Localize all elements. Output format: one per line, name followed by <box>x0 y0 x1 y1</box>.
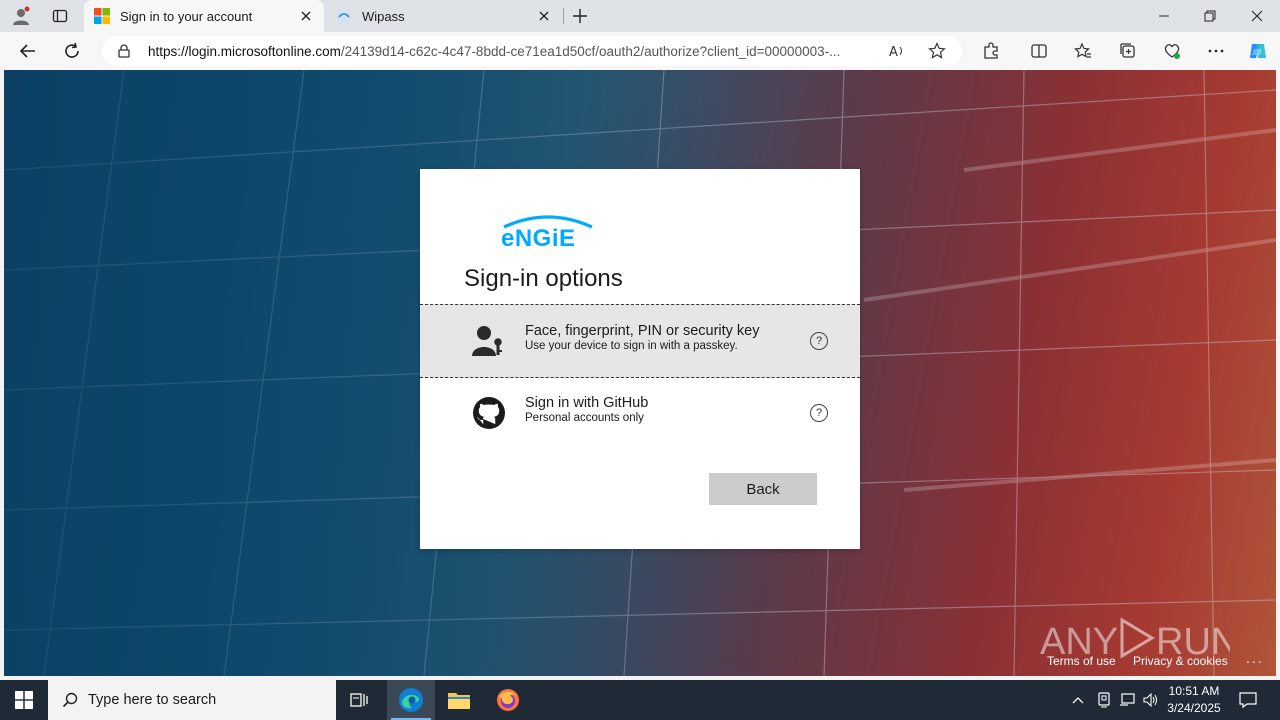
close-tab-icon[interactable] <box>296 6 316 26</box>
task-view-icon[interactable] <box>336 680 384 720</box>
taskbar-clock[interactable]: 10:51 AM 3/24/2025 <box>1158 683 1230 717</box>
passkey-option[interactable]: Face, fingerprint, PIN or security key U… <box>420 304 860 378</box>
github-option-text: Sign in with GitHub Personal accounts on… <box>525 395 648 424</box>
tab-actions-icon[interactable] <box>46 4 74 28</box>
option-title: Face, fingerprint, PIN or security key <box>525 323 760 339</box>
microsoft-logo-icon <box>94 8 110 24</box>
browser-tab-bar: Sign in to your account Wipass <box>0 0 1280 32</box>
passkey-icon <box>472 324 506 358</box>
terms-of-use-link[interactable]: Terms of use <box>1047 654 1116 668</box>
address-bar[interactable]: https://login.microsoftonline.com/24139d… <box>102 36 962 66</box>
help-icon[interactable]: ? <box>810 404 828 422</box>
lock-icon[interactable] <box>116 43 132 59</box>
browser-essentials-icon[interactable] <box>1158 37 1186 65</box>
wipass-favicon-icon <box>336 8 352 24</box>
clock-date: 3/24/2025 <box>1167 701 1221 715</box>
collections-icon[interactable] <box>1114 37 1142 65</box>
search-placeholder: Type here to search <box>88 692 217 708</box>
clock-time: 10:51 AM <box>1168 684 1220 698</box>
svg-text:A: A <box>889 45 898 60</box>
restore-icon[interactable] <box>1187 0 1233 32</box>
favorites-icon[interactable] <box>1069 37 1097 65</box>
back-button[interactable]: Back <box>709 473 817 505</box>
github-icon <box>472 396 506 430</box>
tab-title: Wipass <box>362 8 405 24</box>
more-options-icon[interactable] <box>1202 37 1230 65</box>
tab-wipass[interactable]: Wipass <box>326 0 562 32</box>
url-path: /24139d14-c62c-4c47-8bdd-ce71ea1d50cf/oa… <box>340 43 841 59</box>
network-icon[interactable] <box>1116 680 1138 720</box>
taskbar-search-box[interactable]: Type here to search <box>48 680 336 720</box>
notifications-icon[interactable] <box>1234 680 1262 720</box>
copilot-icon[interactable] <box>1244 37 1272 65</box>
extensions-icon[interactable] <box>977 37 1005 65</box>
svg-text:eNGiE: eNGiE <box>501 225 576 249</box>
minimize-icon[interactable] <box>1141 0 1187 32</box>
profile-icon[interactable] <box>8 4 34 28</box>
search-icon <box>62 692 78 708</box>
engie-logo: eNGiE <box>500 213 596 252</box>
back-arrow-icon[interactable] <box>14 37 42 65</box>
close-tab-icon[interactable] <box>534 6 554 26</box>
tab-divider <box>563 8 564 24</box>
firefox-icon[interactable] <box>484 680 532 720</box>
page-title: Sign-in options <box>464 265 623 292</box>
url-text[interactable]: https://login.microsoftonline.com/24139d… <box>148 44 888 59</box>
device-icon[interactable] <box>1094 680 1114 720</box>
favorite-star-icon[interactable] <box>928 42 946 60</box>
tab-title: Sign in to your account <box>120 8 253 24</box>
split-screen-icon[interactable] <box>1025 37 1053 65</box>
read-aloud-icon[interactable]: A <box>888 42 906 60</box>
windows-taskbar: Type here to search 10:51 AM 3/24/2025 <box>0 680 1280 720</box>
navigation-bar: https://login.microsoftonline.com/24139d… <box>0 32 1280 93</box>
option-subtitle: Personal accounts only <box>525 412 644 424</box>
show-hidden-icons-chevron-icon[interactable] <box>1068 680 1088 720</box>
edge-browser-icon[interactable] <box>387 680 435 720</box>
help-icon[interactable]: ? <box>810 332 828 350</box>
new-tab-icon[interactable] <box>568 4 592 28</box>
windows-start-icon[interactable] <box>0 680 48 720</box>
more-footer-link[interactable]: ... <box>1246 650 1264 666</box>
sign-in-options-card: eNGiE Sign-in options Face, fingerprint,… <box>420 169 860 549</box>
github-option[interactable]: Sign in with GitHub Personal accounts on… <box>420 377 860 449</box>
refresh-icon[interactable] <box>58 37 86 65</box>
tab-sign-in[interactable]: Sign in to your account <box>84 0 324 32</box>
close-window-icon[interactable] <box>1234 0 1280 32</box>
option-title: Sign in with GitHub <box>525 395 649 411</box>
option-subtitle: Use your device to sign in with a passke… <box>525 340 738 352</box>
file-explorer-icon[interactable] <box>435 680 483 720</box>
passkey-option-text: Face, fingerprint, PIN or security key U… <box>525 323 760 352</box>
privacy-cookies-link[interactable]: Privacy & cookies <box>1133 654 1228 668</box>
url-host: https://login.microsoftonline.com <box>148 43 341 59</box>
